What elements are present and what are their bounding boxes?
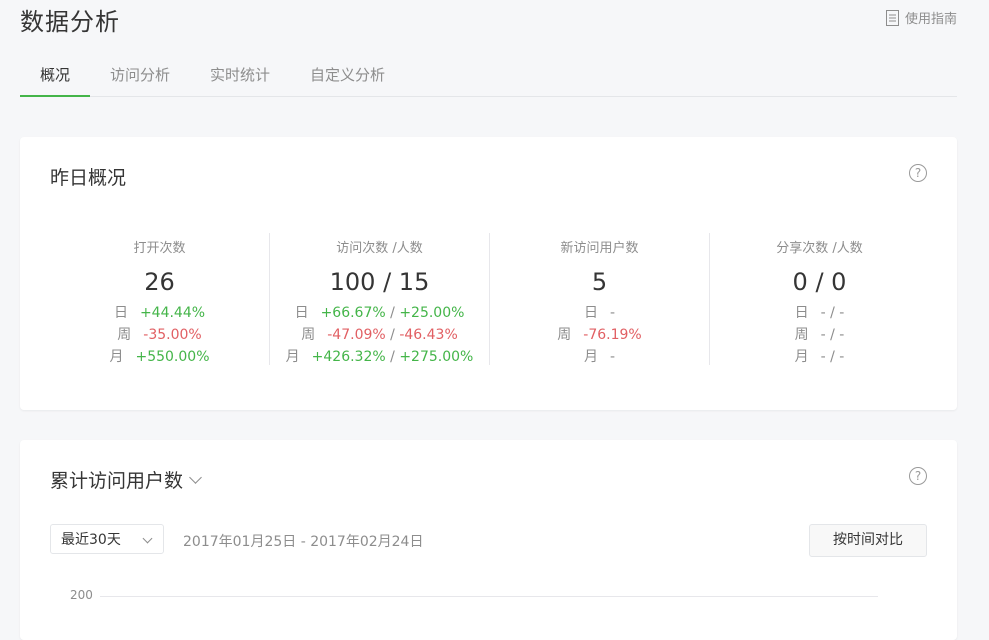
compare-by-time-button[interactable]: 按时间对比: [809, 524, 927, 557]
help-icon[interactable]: ?: [909, 164, 927, 182]
range-select[interactable]: 最近30天: [50, 524, 164, 554]
tab-custom-analysis[interactable]: 自定义分析: [290, 62, 405, 96]
page-title: 数据分析: [20, 8, 120, 36]
metric-label: 新访问用户数: [560, 241, 639, 256]
metric-label: 访问次数 /人数: [336, 241, 423, 256]
usage-guide-link[interactable]: 使用指南: [885, 8, 957, 27]
metric-label: 打开次数: [133, 241, 186, 256]
card-title: 累计访问用户数: [50, 470, 184, 492]
y-axis-tick: 200: [70, 588, 93, 602]
gridline: [100, 596, 878, 597]
metric-row-week: 周 -76.19%: [557, 327, 642, 343]
metric-row-week: 周 -35.00%: [117, 327, 202, 343]
chevron-down-icon: [142, 533, 153, 544]
metric-row-month: 月-: [583, 349, 616, 365]
tab-overview[interactable]: 概况: [20, 62, 91, 97]
metric-row-week: 周- / -: [794, 327, 845, 343]
metric-dropdown[interactable]: 累计访问用户数: [50, 466, 202, 493]
metric-value: 5: [591, 268, 608, 296]
metric-value: 26: [144, 268, 175, 296]
range-select-value: 最近30天: [61, 532, 121, 548]
metric-row-week: 周 -47.09% / -46.43%: [301, 327, 458, 343]
metric-visits: 访问次数 /人数 100 / 15 日 +66.67% / +25.00% 周 -4…: [270, 233, 490, 365]
metric-row-day: 日- / -: [794, 305, 845, 321]
chevron-down-icon: [189, 471, 202, 484]
date-range: 2017年01月25日 - 2017年02月24日: [183, 534, 424, 550]
metric-opens: 打开次数 26 日 +44.44% 周 -35.00% 月 +550.00%: [50, 233, 270, 365]
metric-row-month: 月 +550.00%: [109, 349, 210, 365]
metric-row-day: 日 +44.44%: [113, 305, 206, 321]
metric-label: 分享次数 /人数: [776, 241, 863, 256]
card-title: 昨日概况: [50, 167, 127, 189]
tab-bar: 概况 访问分析 实时统计 自定义分析: [20, 62, 957, 97]
tab-realtime-stats[interactable]: 实时统计: [190, 62, 290, 96]
cumulative-users-card: 累计访问用户数 ? 最近30天 2017年01月25日 - 2017年02月24…: [20, 440, 957, 640]
yesterday-overview-card: 昨日概况 ? 打开次数 26 日 +44.44% 周 -35.00% 月 +550.0…: [20, 137, 957, 410]
usage-guide-label: 使用指南: [904, 12, 957, 27]
help-icon[interactable]: ?: [909, 467, 927, 485]
metric-value: 0 / 0: [792, 268, 847, 296]
metric-row-month: 月- / -: [794, 349, 845, 365]
document-icon: [885, 9, 899, 26]
metric-row-month: 月 +426.32% / +275.00%: [285, 349, 474, 365]
tab-visit-analysis[interactable]: 访问分析: [90, 62, 190, 96]
metric-row-day: 日-: [583, 305, 616, 321]
metric-row-day: 日 +66.67% / +25.00%: [294, 305, 465, 321]
metric-value: 100 / 15: [329, 268, 430, 296]
metrics-row: 打开次数 26 日 +44.44% 周 -35.00% 月 +550.00% 访问次数…: [50, 233, 929, 365]
metric-shares: 分享次数 /人数 0 / 0 日- / - 周- / - 月- / -: [710, 233, 929, 365]
metric-new-users: 新访问用户数 5 日- 周 -76.19% 月-: [490, 233, 710, 365]
